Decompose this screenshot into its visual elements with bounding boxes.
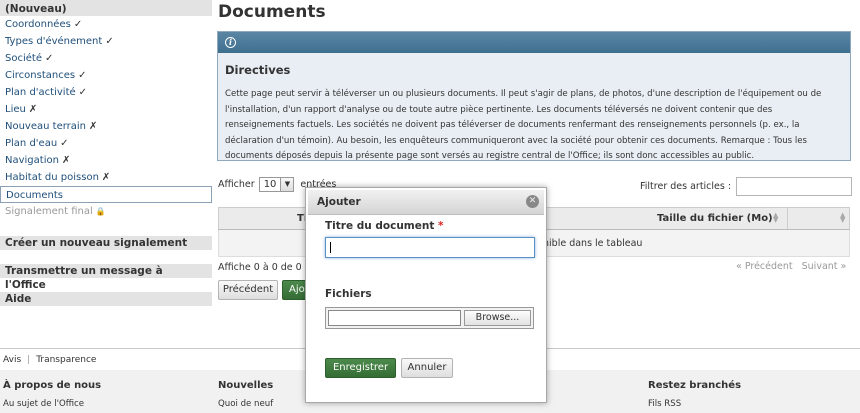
sidebar-item-label: Nouveau terrain (5, 121, 87, 132)
footer-heading-about: À propos de nous (3, 380, 102, 391)
column-divider (787, 208, 788, 229)
document-title-input[interactable] (325, 237, 535, 258)
text-cursor (330, 242, 331, 253)
page-length-select[interactable]: 10 ▼ (258, 177, 295, 192)
empty-message: nible dans le tableau (543, 238, 643, 249)
sidebar-item-lieu[interactable]: Lieu ✗ (0, 101, 212, 118)
sidebar-section-create-report[interactable]: Créer un nouveau signalement (0, 236, 212, 250)
directives-panel: i Directives Cette page peut servir à té… (217, 31, 851, 161)
sidebar-item-label: Types d'événement (5, 36, 103, 47)
sidebar-item-label: Plan d'activité (5, 87, 76, 98)
sidebar-item-label: Navigation (5, 155, 59, 166)
check-icon: ✓ (78, 70, 87, 81)
table-info: Affiche 0 à 0 de 0 e (218, 262, 311, 273)
sidebar-item-label: Société (5, 53, 42, 64)
utility-links: Avis | Transparence (3, 355, 96, 365)
directives-title: Directives (225, 63, 291, 77)
cross-icon: ✗ (89, 121, 98, 132)
sidebar-item-coordonnees[interactable]: Coordonnées ✓ (0, 16, 212, 33)
page-title: Documents (218, 2, 326, 22)
sidebar-section-send-message[interactable]: Transmettre un message à l'Office (0, 264, 212, 291)
sort-icon: ▲ ▼ (773, 211, 779, 224)
directives-text: Cette page peut servir à téléverser un o… (225, 89, 822, 162)
browse-button[interactable]: Browse... (464, 310, 531, 326)
footer-link-news[interactable]: Quoi de neuf (218, 399, 273, 409)
files-label: Fichiers (325, 288, 372, 300)
next-page-link[interactable]: Suivant » (802, 261, 847, 272)
info-icon: i (225, 37, 236, 48)
chevron-down-icon: ▼ (280, 178, 294, 191)
sidebar-item-documents[interactable]: Documents (0, 186, 212, 203)
check-icon: ✓ (78, 87, 88, 98)
sidebar-item-habitat-poisson[interactable]: Habitat du poisson ✗ (0, 169, 212, 186)
sidebar-section-help[interactable]: Aide (0, 292, 212, 306)
separator: | (27, 355, 31, 365)
previous-button[interactable]: Précédent (218, 280, 278, 300)
check-icon: ✓ (44, 53, 54, 64)
check-icon: ✓ (105, 36, 114, 47)
add-document-dialog: Ajouter ✕ Titre du document * Fichiers B… (305, 187, 547, 403)
sidebar-item-label: Plan d'eau (5, 138, 58, 149)
cross-icon: ✗ (61, 155, 71, 166)
show-label: Afficher (218, 179, 255, 190)
cross-icon: ✗ (28, 104, 38, 115)
sidebar-item-label: Habitat du poisson (5, 172, 99, 183)
previous-page-link[interactable]: « Précédent (736, 261, 793, 272)
footer-link-rss[interactable]: Fils RSS (648, 399, 681, 409)
transparency-link[interactable]: Transparence (36, 355, 96, 365)
filter-control: Filtrer des articles : (640, 177, 853, 196)
filter-label: Filtrer des articles : (640, 181, 732, 192)
dialog-titlebar[interactable]: Ajouter ✕ (308, 190, 544, 215)
check-icon: ✓ (60, 138, 69, 149)
sidebar-item-plan-eau[interactable]: Plan d'eau ✓ (0, 135, 212, 152)
footer-heading-connected: Restez branchés (648, 380, 742, 391)
dialog-title: Ajouter (317, 196, 361, 208)
sidebar-item-circonstances[interactable]: Circonstances ✓ (0, 67, 212, 84)
sidebar-item-label: Coordonnées (5, 19, 71, 30)
sidebar-item-nouveau-terrain[interactable]: Nouveau terrain ✗ (0, 118, 212, 135)
document-title-label: Titre du document * (325, 220, 444, 232)
column-size-header[interactable]: Taille du fichier (Mo) (657, 208, 773, 229)
sidebar-item-label: Signalement final (5, 206, 93, 217)
sidebar-item-signalement-final: Signalement final 🔒 (0, 203, 212, 220)
sort-icon: ▲ ▼ (840, 211, 846, 224)
close-icon[interactable]: ✕ (526, 195, 539, 208)
footer-link-about[interactable]: Au sujet de l'Office (3, 399, 84, 409)
sidebar-item-societe[interactable]: Société ✓ (0, 50, 212, 67)
sidebar-item-label: Circonstances (5, 70, 76, 81)
required-marker: * (438, 220, 444, 232)
check-icon: ✓ (73, 19, 83, 30)
cross-icon: ✗ (101, 172, 111, 183)
document-title-label-text: Titre du document (325, 220, 435, 232)
sidebar-item-plan-activite[interactable]: Plan d'activité ✓ (0, 84, 212, 101)
footer-heading-news: Nouvelles (218, 380, 274, 391)
lock-icon: 🔒 (95, 207, 106, 216)
sidebar-item-types-evenement[interactable]: Types d'événement ✓ (0, 33, 212, 50)
filter-input[interactable] (736, 177, 853, 196)
sidebar-item-label: Documents (6, 190, 64, 201)
save-button[interactable]: Enregistrer (325, 358, 396, 378)
cancel-button[interactable]: Annuler (401, 358, 453, 378)
sidebar: (Nouveau) Coordonnées ✓ Types d'événement… (0, 0, 212, 220)
file-path-field[interactable] (328, 310, 461, 326)
sidebar-header: (Nouveau) (0, 0, 212, 16)
page-length-value: 10 (263, 179, 277, 190)
sidebar-item-navigation[interactable]: Navigation ✗ (0, 152, 212, 169)
notices-link[interactable]: Avis (3, 355, 21, 365)
pagination: « Précédent Suivant » (736, 261, 846, 272)
file-picker: Browse... (325, 307, 534, 329)
directives-bar: i (218, 32, 850, 53)
sidebar-item-label: Lieu (5, 104, 26, 115)
